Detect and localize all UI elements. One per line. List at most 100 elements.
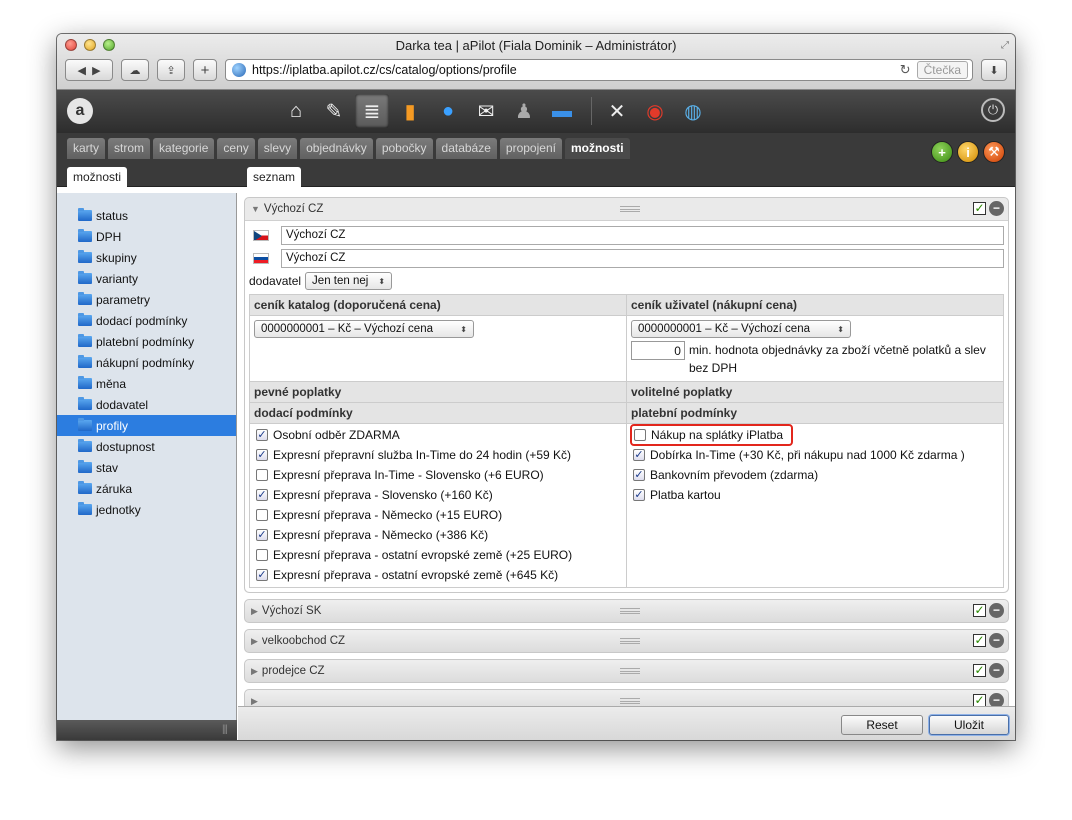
checkbox-unchecked[interactable] — [634, 429, 646, 441]
home-icon[interactable]: ⌂ — [279, 94, 313, 128]
fullscreen-icon[interactable]: ⤢ — [1001, 40, 1009, 51]
users-icon[interactable]: ♟ — [507, 94, 541, 128]
forward-icon[interactable]: ▶ — [92, 64, 100, 77]
delivery-option[interactable]: ✓ Osobní odběr ZDARMA — [250, 425, 626, 445]
enabled-check-icon[interactable]: ✓ — [973, 604, 986, 617]
checkbox-checked[interactable]: ✓ — [256, 449, 268, 461]
profile-collapsed[interactable]: ▶ prodejce CZ ✓ − — [244, 659, 1009, 683]
name-input-sk[interactable]: Výchozí CZ — [281, 248, 1004, 268]
delivery-option[interactable]: ✓ Expresní přeprava - ostatní evropské ze… — [250, 565, 626, 585]
sidebar-item[interactable]: jednotky — [57, 499, 236, 520]
min-order-input[interactable]: 0 — [631, 341, 685, 360]
delivery-option[interactable]: ✓ Expresní přepravní služba In-Time do 24… — [250, 445, 626, 465]
tab-6[interactable]: pobočky — [375, 138, 433, 159]
payment-option-inner[interactable]: ✓ Bankovním převodem (zdarma) — [633, 466, 818, 484]
enabled-check-icon[interactable]: ✓ — [973, 634, 986, 647]
address-bar[interactable]: https://iplatba.apilot.cz/cs/catalog/opt… — [225, 59, 973, 81]
catalog-price-select[interactable]: 0000000001 – Kč – Výchozí cena ⬍ — [254, 320, 474, 338]
tab-1[interactable]: strom — [108, 138, 151, 159]
user-price-select[interactable]: 0000000001 – Kč – Výchozí cena ⬍ — [631, 320, 851, 338]
checkbox-unchecked[interactable] — [256, 509, 268, 521]
sidebar-item[interactable]: záruka — [57, 478, 236, 499]
folder-icon[interactable]: ▬ — [545, 94, 579, 128]
downloads-button[interactable]: ⬇ — [981, 59, 1007, 81]
back-forward-buttons[interactable]: ◀ ▶ — [65, 59, 113, 81]
info-icon[interactable]: i — [957, 141, 979, 163]
payment-option-inner[interactable]: Nákup na splátky iPlatba — [629, 424, 794, 446]
profile-header[interactable]: ▶ velkoobchod CZ ✓ − — [245, 630, 1008, 652]
wrench-icon[interactable]: ⚒ — [983, 141, 1005, 163]
supplier-select[interactable]: Jen ten nej ⬍ — [305, 272, 393, 290]
mail-icon[interactable]: ✉ — [469, 94, 503, 128]
checkbox-unchecked[interactable] — [256, 549, 268, 561]
profile-header[interactable]: ▶ Výchozí SK ✓ − — [245, 600, 1008, 622]
profile-header[interactable]: ▼ Výchozí CZ ✓ − — [245, 198, 1008, 220]
subtab-seznam[interactable]: seznam — [247, 167, 302, 187]
checkbox-checked[interactable]: ✓ — [633, 469, 645, 481]
tab-5[interactable]: objednávky — [300, 138, 373, 159]
chat-icon[interactable]: ● — [431, 94, 465, 128]
resize-grip-icon[interactable]: ||| — [222, 724, 228, 735]
sidebar-item[interactable]: dodavatel — [57, 394, 236, 415]
tab-3[interactable]: ceny — [217, 138, 255, 159]
apilot-logo[interactable]: a — [67, 98, 93, 124]
payment-option-inner[interactable]: ✓ Dobírka In-Time (+30 Kč, při nákupu nad… — [633, 446, 965, 464]
subtab-moznosti[interactable]: možnosti — [67, 167, 128, 187]
database-icon[interactable]: ≣ — [355, 94, 389, 128]
delivery-option[interactable]: Expresní přeprava - ostatní evropské zem… — [250, 545, 626, 565]
sidebar-item[interactable]: nákupní podmínky — [57, 352, 236, 373]
enabled-check-icon[interactable]: ✓ — [973, 202, 986, 215]
reader-button[interactable]: Čtečka — [916, 61, 968, 79]
new-tab-button[interactable]: + — [193, 59, 217, 81]
sidebar-item[interactable]: dostupnost — [57, 436, 236, 457]
profile-collapsed[interactable]: ▶ velkoobchod CZ ✓ − — [244, 629, 1009, 653]
payment-option[interactable]: Nákup na splátky iPlatba — [627, 424, 1003, 446]
checkbox-checked[interactable]: ✓ — [256, 489, 268, 501]
payment-option-inner[interactable]: ✓ Platba kartou — [633, 486, 721, 504]
url-text[interactable]: https://iplatba.apilot.cz/cs/catalog/opt… — [252, 63, 517, 77]
power-icon[interactable]: ⏻ — [981, 98, 1005, 122]
checkbox-checked[interactable]: ✓ — [633, 489, 645, 501]
expand-arrow-icon[interactable]: ▶ — [251, 606, 258, 617]
sidebar-item[interactable]: dodací podmínky — [57, 310, 236, 331]
share-button[interactable]: ⇪ — [157, 59, 185, 81]
drag-handle-icon[interactable] — [620, 638, 640, 644]
expand-arrow-icon[interactable]: ▶ — [251, 696, 258, 707]
drag-handle-icon[interactable] — [620, 206, 640, 212]
tab-0[interactable]: karty — [67, 138, 106, 159]
sidebar-item[interactable]: status — [57, 205, 236, 226]
profile-collapsed[interactable]: ▶ Výchozí SK ✓ − — [244, 599, 1009, 623]
drag-handle-icon[interactable] — [620, 698, 640, 704]
remove-icon[interactable]: − — [989, 663, 1004, 678]
expand-arrow-icon[interactable]: ▶ — [251, 636, 258, 647]
enabled-check-icon[interactable]: ✓ — [973, 664, 986, 677]
sidebar-item[interactable]: DPH — [57, 226, 236, 247]
drag-handle-icon[interactable] — [620, 608, 640, 614]
lifebuoy-icon[interactable]: ◉ — [638, 94, 672, 128]
sidebar-item[interactable]: profily — [57, 415, 236, 436]
drag-handle-icon[interactable] — [620, 668, 640, 674]
tab-7[interactable]: databáze — [435, 138, 497, 159]
sidebar-item[interactable]: stav — [57, 457, 236, 478]
back-icon[interactable]: ◀ — [77, 64, 85, 77]
reset-button[interactable]: Reset — [841, 715, 923, 735]
delivery-option[interactable]: ✓ Expresní přeprava - Německo (+386 Kč) — [250, 525, 626, 545]
delivery-option[interactable]: Expresní přeprava In-Time - Slovensko (+… — [250, 465, 626, 485]
reload-icon[interactable]: ↻ — [900, 62, 911, 78]
expand-arrow-icon[interactable]: ▶ — [251, 666, 258, 677]
save-button[interactable]: Uložit — [929, 715, 1009, 735]
delivery-option[interactable]: ✓ Expresní přeprava - Slovensko (+160 Kč) — [250, 485, 626, 505]
checkbox-checked[interactable]: ✓ — [256, 569, 268, 581]
sidebar-item[interactable]: skupiny — [57, 247, 236, 268]
payment-option[interactable]: ✓ Platba kartou — [627, 485, 1003, 505]
sidebar-item[interactable]: varianty — [57, 268, 236, 289]
remove-icon[interactable]: − — [989, 201, 1004, 216]
sidebar-item[interactable]: platební podmínky — [57, 331, 236, 352]
payment-option[interactable]: ✓ Dobírka In-Time (+30 Kč, při nákupu nad… — [627, 445, 1003, 465]
sidebar-item[interactable]: měna — [57, 373, 236, 394]
add-icon[interactable]: + — [931, 141, 953, 163]
checkbox-checked[interactable]: ✓ — [256, 429, 268, 441]
globe-icon[interactable]: ◍ — [676, 94, 710, 128]
checkbox-unchecked[interactable] — [256, 469, 268, 481]
collapse-arrow-icon[interactable]: ▼ — [251, 204, 260, 214]
